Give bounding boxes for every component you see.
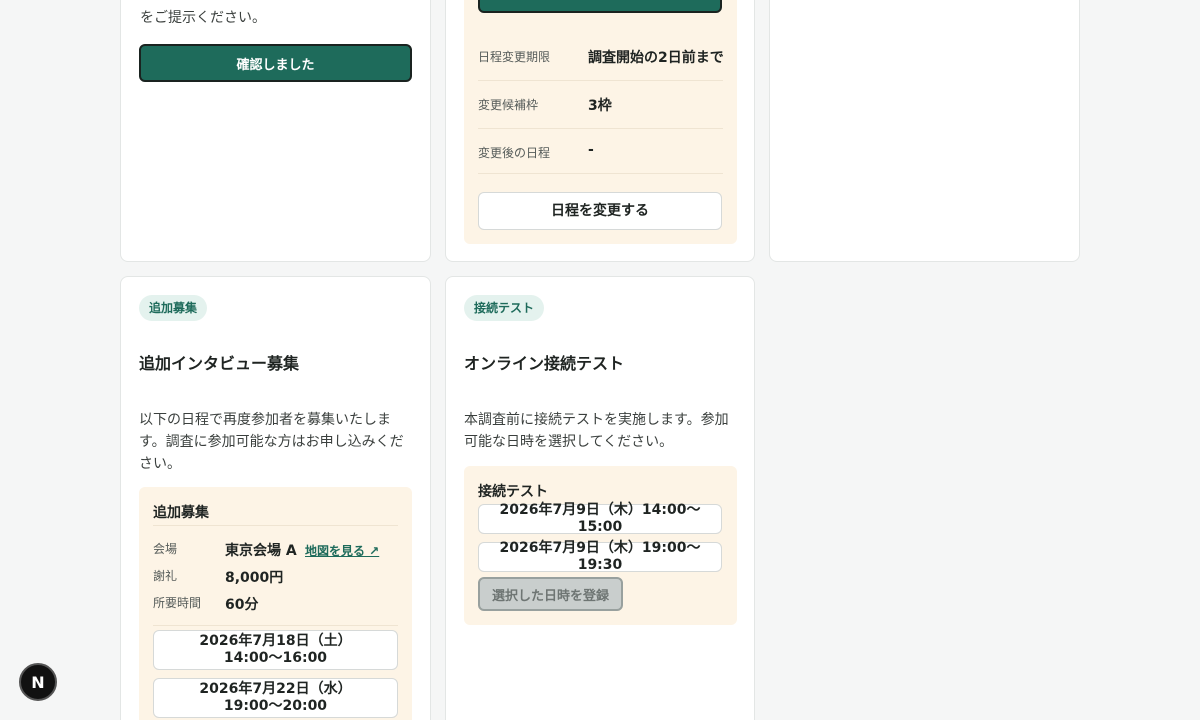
row-value: 調査開始の2日前まで xyxy=(588,50,724,66)
duration-label: 所要時間 xyxy=(153,596,202,610)
recruit-badge: 追加募集 xyxy=(139,295,208,321)
reward-label: 謝礼 xyxy=(153,569,178,583)
reschedule-new-date-row: 変更後の日程 - xyxy=(478,129,723,174)
recruit-panel-title: 追加募集 xyxy=(153,505,209,521)
row-label: 変更後の日程 xyxy=(478,146,551,160)
connection-panel: 接続テスト 2026年7月9日（木）14:00〜15:00 2026年7月9日（… xyxy=(464,466,737,625)
row-value: 3枠 xyxy=(588,98,612,114)
duration-value: 60分 xyxy=(225,597,259,613)
register-datetime-button[interactable]: 選択した日時を登録 xyxy=(478,577,623,611)
reschedule-deadline-row: 日程変更期限 調査開始の2日前まで xyxy=(478,35,724,81)
additional-recruit-card: 追加募集 追加インタビュー募集 以下の日程で再度参加者を募集いたします。調査に参… xyxy=(120,276,431,720)
recruit-slot-button[interactable]: 2026年7月18日（土）14:00〜16:00 xyxy=(153,630,398,670)
divider xyxy=(153,625,398,626)
connection-badge: 接続テスト xyxy=(464,295,545,321)
connection-title: オンライン接続テスト xyxy=(464,354,625,373)
reward-value: 8,000円 xyxy=(225,570,284,586)
recruit-panel: 追加募集 会場 東京会場 A 地図を見る ↗ 謝礼 8,000円 所要時間 60… xyxy=(139,487,412,720)
confirmation-card: をご提示ください。 確認しました xyxy=(120,0,431,262)
empty-card xyxy=(769,0,1080,262)
venue-value: 東京会場 A xyxy=(225,543,297,559)
connection-description: 本調査前に接続テストを実施します。参加可能な日時を選択してください。 xyxy=(464,412,729,450)
connection-test-card: 接続テスト オンライン接続テスト 本調査前に接続テストを実施します。参加可能な日… xyxy=(445,276,755,720)
map-link[interactable]: 地図を見る ↗ xyxy=(305,542,379,559)
recruit-slot-button[interactable]: 2026年7月22日（水）19:00〜20:00 xyxy=(153,678,398,718)
reschedule-card: 日程変更期限 調査開始の2日前まで 変更候補枠 3枠 変更後の日程 - 日程を変… xyxy=(445,0,755,262)
connection-slot-button[interactable]: 2026年7月9日（木）14:00〜15:00 xyxy=(478,502,722,535)
recruit-title: 追加インタビュー募集 xyxy=(139,354,300,373)
app-logo-button[interactable]: N xyxy=(19,663,57,701)
connection-slot-button[interactable]: 2026年7月9日（木）19:00〜19:30 xyxy=(478,540,722,573)
confirmation-text: をご提示ください。 xyxy=(140,10,266,26)
connection-panel-title: 接続テスト xyxy=(478,484,548,500)
reschedule-top-button[interactable] xyxy=(478,0,722,13)
row-label: 日程変更期限 xyxy=(478,50,551,64)
divider xyxy=(153,525,398,526)
change-schedule-button[interactable]: 日程を変更する xyxy=(478,192,722,230)
confirm-button[interactable]: 確認しました xyxy=(139,44,412,82)
row-label: 変更候補枠 xyxy=(478,98,539,112)
row-value: - xyxy=(588,142,594,158)
reschedule-panel: 日程変更期限 調査開始の2日前まで 変更候補枠 3枠 変更後の日程 - 日程を変… xyxy=(464,0,737,244)
reschedule-slots-row: 変更候補枠 3枠 xyxy=(478,81,723,129)
recruit-description: 以下の日程で再度参加者を募集いたします。調査に参加可能な方はお申し込みください。 xyxy=(139,412,404,472)
venue-label: 会場 xyxy=(153,542,178,556)
